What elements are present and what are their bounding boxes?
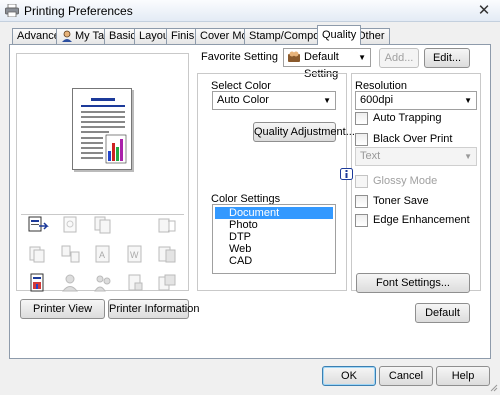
page-preview	[72, 88, 132, 170]
font-settings-button[interactable]: Font Settings...	[356, 273, 470, 293]
favorite-setting-label: Favorite Setting	[201, 51, 279, 63]
edge-enhancement-label: Edge Enhancement	[373, 214, 470, 226]
text-layout-icon: A	[92, 244, 114, 264]
resolution-dropdown[interactable]: 600dpi ▼	[355, 91, 477, 110]
booklet-icon	[59, 244, 81, 264]
svg-text:W: W	[130, 250, 139, 260]
black-over-print-label: Black Over Print	[373, 133, 453, 145]
svg-text:A: A	[99, 250, 105, 260]
info-icon[interactable]	[340, 168, 353, 181]
box-save-icon	[156, 273, 178, 293]
select-color-value: Auto Color	[217, 94, 269, 106]
add-button[interactable]: Add...	[379, 48, 419, 68]
window-title: Printing Preferences	[24, 4, 133, 18]
ok-button[interactable]: OK	[322, 366, 376, 386]
default-button[interactable]: Default	[415, 303, 470, 323]
black-over-print-dropdown[interactable]: Text ▼	[355, 147, 477, 166]
chevron-down-icon: ▼	[358, 53, 366, 62]
edit-button[interactable]: Edit...	[424, 48, 470, 68]
resize-grip-icon[interactable]	[489, 383, 498, 392]
duplex-icon	[27, 244, 49, 264]
account-track-icon	[92, 273, 114, 293]
black-over-print-value: Text	[360, 150, 381, 162]
output-tray-icon	[156, 215, 178, 235]
glossy-mode-checkbox[interactable]	[355, 175, 368, 188]
sheet-feed-icon[interactable]	[27, 215, 49, 235]
secure-print-icon	[124, 273, 146, 293]
auto-trapping-checkbox[interactable]	[355, 112, 368, 125]
favorite-icon	[287, 50, 301, 70]
cancel-button[interactable]: Cancel	[379, 366, 433, 386]
list-item[interactable]: DTP	[215, 231, 333, 243]
toner-save-checkbox[interactable]	[355, 195, 368, 208]
toner-save-label: Toner Save	[373, 195, 429, 207]
resolution-value: 600dpi	[360, 94, 394, 106]
printer-icon	[5, 3, 19, 18]
select-color-dropdown[interactable]: Auto Color ▼	[212, 91, 336, 110]
help-button[interactable]: Help	[436, 366, 490, 386]
title-bar: Printing Preferences ✕	[0, 0, 500, 22]
tab-quality[interactable]: Quality	[317, 25, 362, 45]
close-icon[interactable]: ✕	[472, 2, 496, 20]
chevron-down-icon: ▼	[323, 96, 331, 105]
glossy-mode-label: Glossy Mode	[373, 175, 438, 187]
color-settings-list[interactable]: Document Photo DTP Web CAD	[212, 204, 336, 274]
quality-adjustment-button[interactable]: Quality Adjustment...	[253, 122, 355, 142]
list-item[interactable]: Photo	[215, 219, 333, 231]
finisher-icon	[156, 244, 178, 264]
quality-tab-panel: A W Printer View Printer Information Fav…	[9, 44, 491, 359]
black-over-print-checkbox[interactable]	[355, 133, 368, 146]
list-item[interactable]: CAD	[215, 255, 333, 267]
copy-pages-icon	[92, 215, 114, 235]
chevron-down-icon: ▼	[464, 152, 472, 161]
favorite-setting-dropdown[interactable]: Default Setting ▼	[283, 48, 371, 80]
list-item[interactable]: Document	[215, 207, 333, 219]
staple-icon	[59, 215, 81, 235]
auto-trapping-label: Auto Trapping	[373, 112, 442, 124]
color-document-icon	[27, 273, 49, 293]
chevron-down-icon: ▼	[464, 96, 472, 105]
user-auth-icon	[59, 273, 81, 293]
printer-view-button[interactable]: Printer View	[20, 299, 105, 319]
printer-information-button[interactable]: Printer Information	[108, 299, 199, 319]
edge-enhancement-checkbox[interactable]	[355, 214, 368, 227]
list-item[interactable]: Web	[215, 243, 333, 255]
watermark-icon: W	[124, 244, 146, 264]
